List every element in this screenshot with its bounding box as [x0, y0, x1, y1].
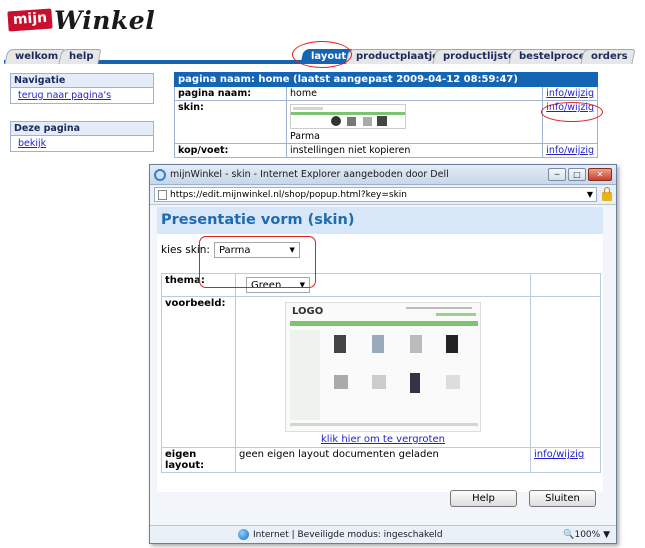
skin-selector-highlight	[199, 236, 316, 288]
nav-title: Navigatie	[11, 74, 153, 88]
preview-logo: LOGO	[292, 306, 324, 317]
back-to-pages-link[interactable]: terug naar pagina's	[11, 88, 153, 103]
row-value: home	[285, 86, 544, 101]
page-box: Deze pagina bekijk	[10, 121, 154, 152]
table-row: voorbeeld: LOGO klik hier om te vergrote…	[161, 296, 601, 448]
zoom-value: 100%	[574, 529, 601, 540]
table-row: skin: Parma info/wijzig	[174, 100, 598, 144]
skin-popup-window: mijnWinkel - skin - Internet Explorer aa…	[149, 164, 617, 544]
skin-name: Parma	[290, 131, 320, 142]
layout-tab-highlight	[292, 41, 352, 68]
app-logo: mijn Winkel	[7, 5, 156, 35]
tab-orders[interactable]: orders	[580, 49, 636, 64]
globe-icon	[238, 529, 249, 540]
row-value: instellingen niet kopieren	[285, 143, 544, 158]
url-field[interactable]: https://edit.mijnwinkel.nl/shop/popup.ht…	[154, 187, 597, 202]
tab-welkom[interactable]: welkom	[4, 49, 66, 64]
skin-preview-image[interactable]: LOGO	[285, 302, 481, 432]
preview-label: voorbeeld:	[161, 296, 236, 448]
url-text: https://edit.mijnwinkel.nl/shop/popup.ht…	[170, 189, 407, 200]
skin-thumbnail	[290, 104, 406, 129]
own-layout-label: eigen layout:	[161, 447, 236, 473]
popup-titlebar: mijnWinkel - skin - Internet Explorer aa…	[150, 165, 616, 185]
skin-settings-table: thema: Green ▼ voorbeeld: LOGO klik hier…	[161, 273, 601, 473]
row-label: kop/voet:	[174, 143, 287, 158]
lock-icon[interactable]	[602, 187, 612, 201]
minimize-button[interactable]: ─	[548, 168, 566, 181]
zoom-level[interactable]: 🔍100% ▼	[563, 530, 610, 540]
skin-link-highlight	[541, 102, 603, 122]
page-settings-header: pagina naam: home (laatst aangepast 2009…	[174, 72, 598, 87]
help-button[interactable]: Help	[450, 490, 517, 507]
zoom-icon: 🔍	[563, 529, 575, 540]
table-row: pagina naam: home info/wijzig	[174, 86, 598, 101]
close-window-button[interactable]: ✕	[588, 168, 612, 181]
security-status: Internet | Beveiligde modus: ingeschakel…	[253, 529, 443, 540]
popup-title: mijnWinkel - skin - Internet Explorer aa…	[170, 169, 449, 180]
own-layout-value: geen eigen layout documenten geladen	[235, 447, 531, 473]
popup-buttons: Help Sluiten	[450, 490, 596, 507]
edit-page-name-link[interactable]: info/wijzig	[546, 88, 594, 99]
skin-cell: Parma	[285, 100, 544, 144]
close-button[interactable]: Sluiten	[529, 490, 596, 507]
chevron-down-icon[interactable]: ▼	[587, 190, 593, 199]
table-row: eigen layout: geen eigen layout document…	[161, 447, 601, 473]
page-settings-table: pagina naam: home (laatst aangepast 2009…	[174, 72, 598, 158]
logo-name: Winkel	[54, 5, 156, 35]
page-icon	[158, 189, 167, 200]
view-page-link[interactable]: bekijk	[11, 136, 153, 151]
enlarge-preview-link[interactable]: klik hier om te vergroten	[239, 434, 527, 445]
maximize-button[interactable]: □	[568, 168, 586, 181]
ie-icon	[154, 168, 166, 181]
row-label: skin:	[174, 100, 287, 144]
address-bar: https://edit.mijnwinkel.nl/shop/popup.ht…	[150, 185, 616, 205]
page-box-title: Deze pagina	[11, 122, 153, 136]
popup-heading: Presentatie vorm (skin)	[157, 207, 603, 234]
nav-box: Navigatie terug naar pagina's	[10, 73, 154, 104]
logo-prefix: mijn	[7, 8, 53, 32]
table-row: kop/voet: instellingen niet kopieren inf…	[174, 143, 598, 158]
edit-header-footer-link[interactable]: info/wijzig	[546, 145, 594, 156]
tab-help[interactable]: help	[58, 49, 102, 64]
edit-own-layout-link[interactable]: info/wijzig	[534, 449, 584, 460]
status-bar: Internet | Beveiligde modus: ingeschakel…	[150, 525, 616, 543]
row-label: pagina naam:	[174, 86, 287, 101]
